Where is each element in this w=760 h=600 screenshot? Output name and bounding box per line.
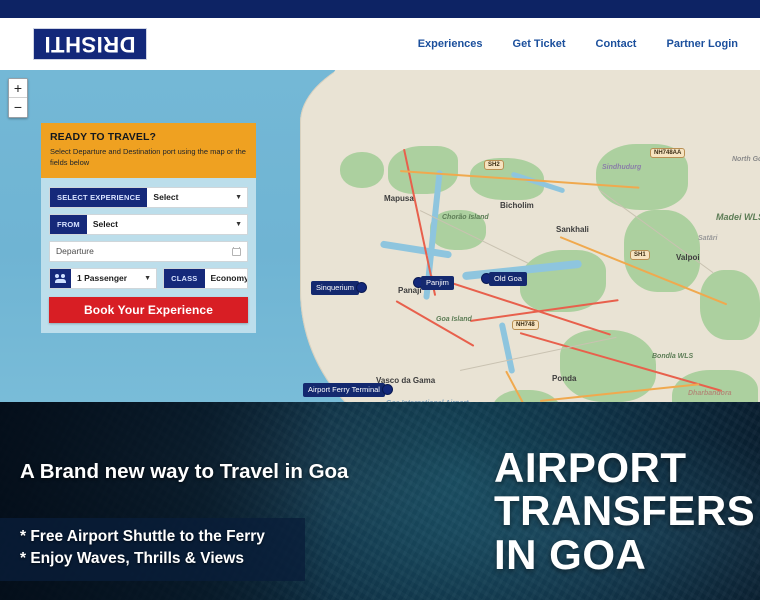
map-marker-label: Old Goa (489, 272, 527, 286)
map-marker-sinquerium[interactable]: Sinquerium (311, 281, 367, 295)
from-field-label: FROM (50, 214, 87, 234)
experience-field[interactable]: SELECT EXPERIENCE Select ▼ (49, 186, 248, 208)
passengers-icon-wrap (50, 268, 71, 288)
map-place-label: Sindhudurg (602, 164, 642, 171)
class-field-label: CLASS (164, 268, 205, 288)
hero-bullet-2: * Enjoy Waves, Thrills & Views (20, 550, 244, 568)
map-highway-shield: NH748AA (650, 148, 686, 158)
map-marker-panjim[interactable]: Panjim (413, 276, 454, 290)
book-your-experience-button[interactable]: Book Your Experience (49, 296, 248, 323)
departure-date-placeholder: Departure (56, 246, 94, 257)
booking-panel-title: READY TO TRAVEL? (50, 131, 157, 143)
booking-panel: READY TO TRAVEL? Select Departure and De… (41, 123, 256, 333)
experience-select-value: Select (153, 192, 179, 203)
hero-title: A Brand new way to Travel in Goa (20, 460, 349, 483)
chevron-down-icon: ▼ (235, 220, 242, 228)
departure-date-input[interactable]: Departure (49, 240, 248, 262)
nav-link-get-ticket[interactable]: Get Ticket (513, 38, 566, 50)
site-header: DRISHTI Experiences Get Ticket Contact P… (0, 18, 760, 70)
experience-row: SELECT EXPERIENCE Select ▼ (49, 186, 248, 208)
nav-link-experiences[interactable]: Experiences (418, 38, 483, 50)
hero-headline-line-1: AIRPORT (494, 444, 687, 491)
map-marker-label: Sinquerium (311, 281, 359, 295)
from-select-value: Select (92, 219, 118, 230)
map-place-label: Valpoi (676, 253, 700, 262)
hero-headline: AIRPORT TRANSFERS IN GOA (494, 446, 756, 576)
map-marker-label: Panjim (421, 276, 454, 290)
map-forest-patch (388, 146, 458, 194)
map-place-label: Ponda (552, 374, 577, 383)
map-forest-patch (700, 270, 760, 340)
map-place-label: Goa Island (436, 316, 472, 323)
map-place-label: Dharbandora (688, 390, 732, 397)
from-select[interactable]: Select ▼ (86, 214, 247, 234)
map-marker-label: Airport Ferry Terminal (303, 383, 385, 397)
nav-link-contact[interactable]: Contact (596, 38, 637, 50)
top-accent-bar (0, 0, 760, 18)
map-place-label: Satāri (698, 235, 718, 242)
main-navigation: Experiences Get Ticket Contact Partner L… (418, 38, 738, 50)
hero-headline-line-2: TRANSFERS (494, 487, 756, 535)
people-icon (55, 273, 66, 283)
class-select[interactable]: Economy ▼ (204, 268, 248, 288)
passenger-class-row: 1 Passenger ▼ CLASS Economy ▼ (49, 267, 248, 289)
map-highway-shield: NH748 (512, 320, 539, 330)
from-row: FROM Select ▼ (49, 213, 248, 235)
chevron-down-icon: ▼ (235, 193, 242, 201)
page-root: DRISHTI Experiences Get Ticket Contact P… (0, 0, 760, 600)
nav-link-partner-login[interactable]: Partner Login (666, 38, 738, 50)
map-place-label: Chorão Island (442, 214, 489, 221)
booking-panel-header: READY TO TRAVEL? Select Departure and De… (41, 123, 256, 178)
booking-form: SELECT EXPERIENCE Select ▼ FROM Select ▼ (41, 177, 256, 333)
from-field[interactable]: FROM Select ▼ (49, 213, 248, 235)
logo-text: DRISHTI (44, 31, 136, 57)
experience-field-label: SELECT EXPERIENCE (50, 187, 148, 207)
map-marker-airport-ferry-terminal[interactable]: Airport Ferry Terminal (303, 383, 393, 397)
hero-section: A Brand new way to Travel in Goa * Free … (0, 402, 760, 600)
experience-select[interactable]: Select ▼ (147, 187, 247, 207)
booking-panel-subtitle: Select Departure and Destination port us… (50, 147, 246, 167)
map-zoom-out-button[interactable]: − (9, 98, 27, 117)
map-highway-shield: SH2 (484, 160, 504, 170)
departure-row: Departure (49, 240, 248, 262)
passenger-select[interactable]: 1 Passenger ▼ (71, 268, 157, 288)
map-marker-old-goa[interactable]: Old Goa (481, 272, 527, 286)
hero-bullet-1: * Free Airport Shuttle to the Ferry (20, 528, 265, 545)
passenger-select-value: 1 Passenger (77, 273, 128, 284)
hero-headline-line-3: IN GOA (494, 530, 647, 578)
chevron-down-icon: ▼ (144, 274, 152, 282)
class-select-value: Economy (210, 273, 248, 284)
passenger-field[interactable]: 1 Passenger ▼ (49, 267, 158, 289)
map-zoom-in-button[interactable]: + (9, 79, 27, 98)
map-place-label: Bicholim (500, 201, 534, 210)
site-logo[interactable]: DRISHTI (33, 28, 147, 60)
map-place-label: North Goa (732, 156, 760, 163)
map-highway-shield: SH1 (630, 250, 650, 260)
map-forest-patch (340, 152, 384, 188)
map-place-label: Bondla WLS (652, 353, 694, 360)
map-place-label: Sankhali (556, 225, 589, 234)
map-place-label: Madei WLS (716, 212, 760, 222)
class-field[interactable]: CLASS Economy ▼ (163, 267, 248, 289)
hero-bullets: * Free Airport Shuttle to the Ferry * En… (0, 518, 305, 581)
calendar-icon[interactable] (232, 246, 241, 256)
map-place-label: Mapusa (384, 194, 414, 203)
map-marker-dot (381, 384, 393, 396)
map-zoom-controls[interactable]: + − (8, 78, 28, 118)
map-marker-dot (355, 282, 367, 294)
